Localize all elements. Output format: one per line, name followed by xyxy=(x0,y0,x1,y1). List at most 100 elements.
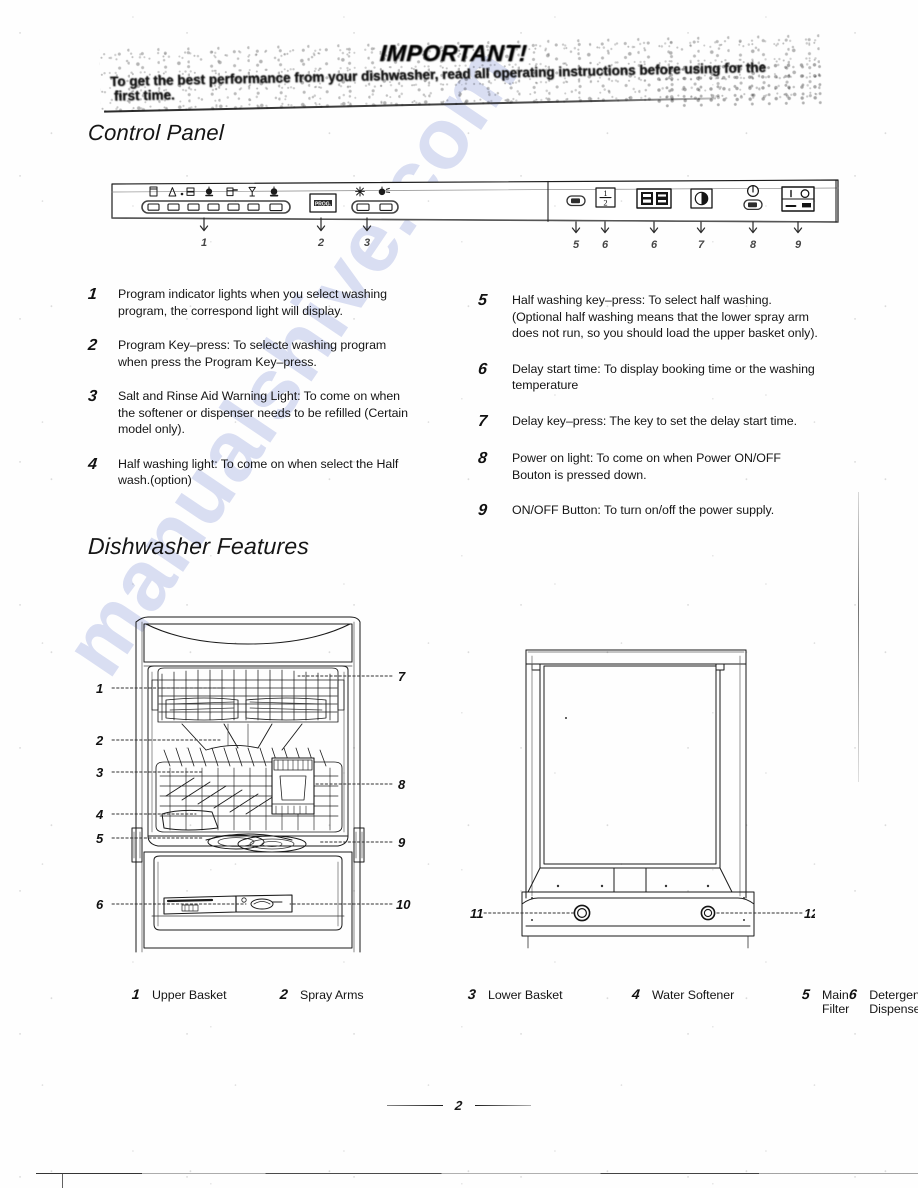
interior-callout-2: 2 xyxy=(95,733,104,748)
key-number: 1 xyxy=(87,286,98,303)
important-title: IMPORTANT! xyxy=(379,40,528,66)
legend-number: 2 xyxy=(279,986,289,1002)
interior-callout-5: 5 xyxy=(96,831,104,846)
legend-item: 1 Upper Basket xyxy=(131,986,280,1009)
key-number: 7 xyxy=(477,412,488,430)
detergent-dispenser xyxy=(163,895,237,915)
scan-edge-line-right xyxy=(858,492,860,782)
legend-number: 4 xyxy=(631,986,641,1002)
legend-label: Main Filter xyxy=(822,988,850,1016)
legend-item: 4 Water Softener xyxy=(631,986,802,1009)
key-item: 3 Salt and Rinse Aid Warning Light: To c… xyxy=(87,388,418,438)
key-description: Program indicator lights when you select… xyxy=(118,287,387,318)
panel-callout-1: 1 xyxy=(201,237,207,249)
rear-side-posts xyxy=(525,649,747,899)
panel-callout-7: 7 xyxy=(698,239,705,251)
rear-callout-12: 12 xyxy=(804,906,815,921)
control-panel-key-list-left: 1 Program indicator lights when you sele… xyxy=(87,286,418,507)
panel-callout-3: 3 xyxy=(364,237,370,249)
key-item: 1 Program indicator lights when you sele… xyxy=(87,286,418,319)
top-fascia xyxy=(143,623,353,667)
rear-back-panel xyxy=(543,665,717,865)
key-description: Salt and Rinse Aid Warning Light: To com… xyxy=(118,389,408,436)
key-number: 5 xyxy=(477,292,488,309)
key-number: 4 xyxy=(87,455,98,473)
delay-time-display xyxy=(636,188,672,209)
rear-callout-11: 11 xyxy=(470,906,484,921)
control-panel-figure: PROG. 1 2 1 2 3 5 6 6 7 8 9 xyxy=(110,178,840,254)
key-item: 9 ON/OFF Button: To turn on/off the powe… xyxy=(477,502,823,521)
half-wash-indicator-light xyxy=(566,195,586,207)
key-description: Half washing light: To come on when sele… xyxy=(118,456,399,488)
rear-chassis-ledge xyxy=(527,867,733,893)
key-description: Delay key–press: The key to set the dela… xyxy=(512,413,797,428)
key-description: Power on light: To come on when Power ON… xyxy=(512,451,781,482)
scanned-manual-page: manualshive.com IMPORTANT! To get the be… xyxy=(0,0,918,1188)
panel-callout-6b: 6 xyxy=(651,239,658,251)
program-indicator-light-strip xyxy=(141,200,291,214)
scan-edge-tick xyxy=(62,1173,64,1188)
panel-callout-5: 5 xyxy=(573,239,580,251)
legend-number: 1 xyxy=(131,986,141,1002)
key-description: ON/OFF Button: To turn on/off the power … xyxy=(512,503,775,518)
control-panel-key-list-right: 5 Half washing key–press: To select half… xyxy=(477,292,823,540)
interior-callout-4: 4 xyxy=(95,807,104,822)
legend-label: Upper Basket xyxy=(152,988,227,1002)
onoff-button xyxy=(781,186,815,212)
page-number: 2 xyxy=(454,1098,464,1113)
rear-base-plinth xyxy=(521,891,755,949)
key-number: 9 xyxy=(477,502,488,520)
key-number: 2 xyxy=(87,337,98,354)
upper-basket xyxy=(151,667,345,723)
legend-label: Lower Basket xyxy=(488,988,563,1002)
water-softener xyxy=(161,809,219,831)
key-item: 6 Delay start time: To display booking t… xyxy=(477,360,823,394)
key-description: Program Key–press: To selecte washing pr… xyxy=(118,338,387,369)
inlet-pipe-connector xyxy=(700,905,716,921)
panel-callout-9: 9 xyxy=(795,239,802,251)
legend-number: 6 xyxy=(848,986,858,1002)
rear-top-rail xyxy=(525,649,747,671)
legend-item: 5 Main Filter xyxy=(801,986,849,1016)
key-description: Half washing key–press: To select half w… xyxy=(512,293,818,340)
key-item: 2 Program Key–press: To selecte washing … xyxy=(87,337,418,370)
panel-callout-6a: 6 xyxy=(602,239,609,251)
warning-light-strip xyxy=(351,200,399,214)
coarse-filter xyxy=(237,835,307,853)
interior-callout-10: 10 xyxy=(396,897,411,912)
interior-callout-9: 9 xyxy=(398,835,406,850)
key-item: 5 Half washing key–press: To select half… xyxy=(477,292,823,342)
key-description: Delay start time: To display booking tim… xyxy=(512,361,815,393)
salt-warning-icon xyxy=(355,186,365,197)
legend-number: 5 xyxy=(801,986,811,1002)
dishwasher-features-heading: Dishwasher Features xyxy=(87,533,310,559)
legend-item: 2 Spray Arms xyxy=(279,986,468,1009)
rinse-aid-dispenser xyxy=(235,894,293,913)
features-legend: 1 Upper Basket 2 Spray Arms 3 Lower Bask… xyxy=(131,986,918,1016)
legend-label: Spray Arms xyxy=(300,988,364,1002)
legend-item: 3 Lower Basket xyxy=(467,986,632,1009)
legend-label: Water Softener xyxy=(652,988,735,1002)
interior-callout-6: 6 xyxy=(96,897,104,912)
important-text-line-2: first time. xyxy=(113,87,175,104)
scan-edge-line-bottom xyxy=(36,1173,918,1175)
key-item: 4 Half washing light: To come on when se… xyxy=(87,455,418,489)
panel-callout-8: 8 xyxy=(750,239,757,251)
key-item: 8 Power on light: To come on when Power … xyxy=(477,450,823,483)
control-panel-heading: Control Panel xyxy=(87,120,225,145)
key-item: 7 Delay key–press: The key to set the de… xyxy=(477,412,823,432)
drain-pipe-connector xyxy=(573,904,591,922)
panel-callout-2: 2 xyxy=(317,237,324,249)
interior-callout-1: 1 xyxy=(96,681,103,696)
legend-label: Detergent Dispenser xyxy=(869,988,918,1016)
key-number: 6 xyxy=(477,360,488,378)
key-number: 8 xyxy=(477,450,488,468)
dishwasher-interior-figure: 1 2 3 4 5 6 7 8 9 10 xyxy=(86,600,426,955)
prog-button-label: PROG. xyxy=(315,202,332,208)
legend-number: 3 xyxy=(467,986,477,1002)
upper-spray-arm xyxy=(181,723,303,751)
legend-item: 6 Detergent Dispenser xyxy=(848,986,918,1016)
silverware-basket xyxy=(271,757,315,815)
interior-callout-7: 7 xyxy=(398,669,406,684)
dishwasher-rear-figure: 11 12 xyxy=(470,630,815,955)
